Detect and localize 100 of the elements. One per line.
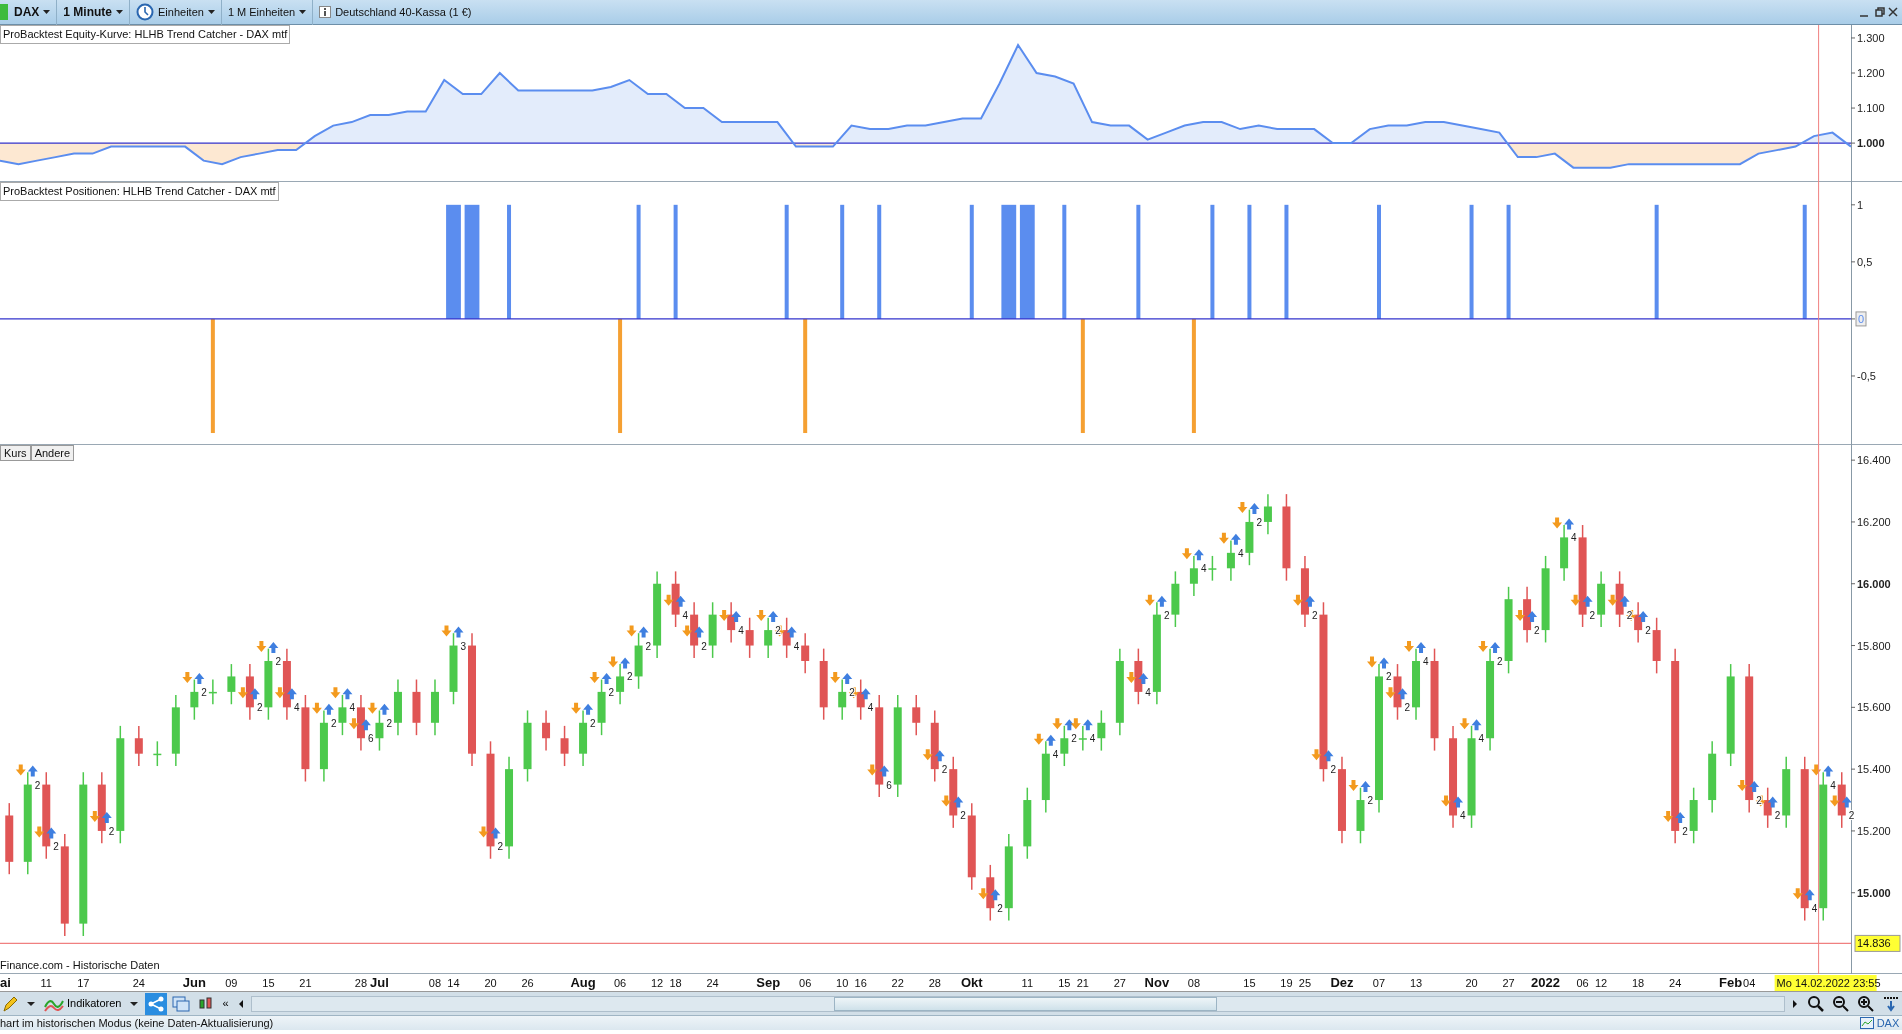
trade-count: 2 xyxy=(108,825,115,837)
axis-label: 15.200 xyxy=(1857,824,1891,837)
date-label: 13 xyxy=(1409,977,1423,989)
date-label: 12 xyxy=(651,977,664,989)
date-label: 21 xyxy=(1076,977,1089,989)
date-label: Sep xyxy=(756,975,781,990)
axis-label: 1.300 xyxy=(1857,31,1885,44)
trade-count: 2 xyxy=(849,686,855,698)
trade-count: 2 xyxy=(1682,825,1688,837)
trade-count: 2 xyxy=(997,903,1003,915)
trade-count: 2 xyxy=(330,717,337,729)
date-label: ai xyxy=(0,975,11,990)
axis-label: 15.000 xyxy=(1857,886,1891,899)
trade-count: 2 xyxy=(775,625,781,637)
trade-count: 2 xyxy=(34,779,41,791)
trade-count: 2 xyxy=(1404,702,1411,714)
trade-count: 2 xyxy=(1311,609,1318,621)
trade-count: 2 xyxy=(1774,810,1781,822)
date-label: 24 xyxy=(706,977,719,989)
trade-count: 2 xyxy=(1163,609,1170,621)
trade-count: 4 xyxy=(349,702,355,714)
axis-label: 15.800 xyxy=(1857,639,1891,652)
trade-count: 2 xyxy=(960,810,966,822)
date-label: 11 xyxy=(40,977,52,989)
trade-count: 2 xyxy=(701,640,707,652)
date-label: 18 xyxy=(1632,977,1645,989)
trade-count: 4 xyxy=(1478,733,1485,745)
date-label: 07 xyxy=(1372,977,1386,989)
date-label: 08 xyxy=(428,977,442,989)
axis-label: 1.000 xyxy=(1857,137,1885,150)
trade-count: 4 xyxy=(1811,903,1818,915)
trade-count: 4 xyxy=(1200,563,1207,575)
axis-label: 16.000 xyxy=(1857,577,1891,590)
chart-title: ProBacktest Equity-Kurve: HLHB Trend Catcher - DAX mtf xyxy=(0,25,291,44)
date-label: 04 xyxy=(1743,977,1756,989)
date-label: Dez xyxy=(1330,975,1354,990)
date-label: 2022 xyxy=(1531,975,1561,990)
trade-count: 4 xyxy=(1052,748,1059,760)
trade-count: 2 xyxy=(1386,671,1392,683)
date-label: Aug xyxy=(570,975,596,990)
date-label: 19 xyxy=(1280,977,1293,989)
axis-label: 15.400 xyxy=(1857,763,1891,776)
trade-count: 2 xyxy=(497,841,504,853)
date-label: 24 xyxy=(132,977,145,989)
date-label: 08 xyxy=(1187,977,1200,989)
axis-label: -0,5 xyxy=(1857,369,1876,382)
toolbar-label: 1 Minute xyxy=(63,4,112,21)
toolbar-label: DAX xyxy=(14,4,40,21)
trade-count: 2 xyxy=(386,717,392,729)
trade-count: 2 xyxy=(1330,764,1337,776)
date-label: 12 xyxy=(1595,977,1608,989)
trade-count: 4 xyxy=(293,702,300,714)
trade-count: 4 xyxy=(1089,733,1096,745)
trade-count: 6 xyxy=(886,779,892,791)
trade-count: 4 xyxy=(867,702,874,714)
date-label: Jun xyxy=(182,975,206,990)
last-price-label: 14.836 xyxy=(1857,937,1891,950)
trade-count: 2 xyxy=(1589,609,1596,621)
axis-label: 16.400 xyxy=(1857,454,1891,467)
trade-count: 4 xyxy=(1830,779,1836,791)
date-label: 06 xyxy=(799,977,812,989)
trade-count: 2 xyxy=(1645,625,1651,637)
toolbar-label: Einheiten xyxy=(158,4,204,20)
trade-count: 2 xyxy=(608,686,615,698)
toolbar-label: 1 M Einheiten xyxy=(227,4,296,20)
trade-count: 4 xyxy=(1571,532,1577,544)
trade-count: 4 xyxy=(1237,547,1244,559)
date-label: 20 xyxy=(1465,977,1478,989)
date-label: 27 xyxy=(1113,977,1126,989)
axis-label: 0,5 xyxy=(1857,255,1873,268)
date-label: 16 xyxy=(854,977,867,989)
date-label: 14 xyxy=(447,977,460,989)
trade-count: 2 xyxy=(645,640,652,652)
date-label: 21 xyxy=(299,977,312,989)
trade-count: 4 xyxy=(1460,810,1466,822)
trade-count: 6 xyxy=(367,733,374,745)
date-label: Feb xyxy=(1719,975,1743,990)
date-label: 11 xyxy=(1021,977,1033,989)
date-label: 28 xyxy=(354,977,368,989)
axis-label: 1.200 xyxy=(1857,67,1885,79)
date-label: 25 xyxy=(1298,977,1312,989)
axis-label: 0 xyxy=(1858,312,1865,325)
date-label: 27 xyxy=(1502,977,1515,989)
trade-count: 4 xyxy=(1423,656,1429,667)
trade-count: 2 xyxy=(627,671,633,683)
date-label: 18 xyxy=(669,977,682,989)
trade-count: 2 xyxy=(1534,625,1540,637)
trade-count: 2 xyxy=(1256,516,1262,528)
date-label: 22 xyxy=(891,977,904,989)
status-message: hart im historischen Modus (keine Daten-Aktualisierung) xyxy=(0,1015,274,1031)
chart-title: ProBacktest Positionen: HLHB Trend Catcher - DAX mtf xyxy=(0,182,279,201)
date-label: 20 xyxy=(484,977,497,989)
trade-count: 2 xyxy=(1367,795,1374,807)
trade-count: 4 xyxy=(793,640,800,652)
toolbar-label: Deutschland 40-Kassa (1 €) xyxy=(335,4,472,20)
axis-label: 1 xyxy=(1857,198,1864,211)
trade-count: 2 xyxy=(1848,810,1855,822)
date-label: 15 xyxy=(1243,977,1256,989)
date-label: 24 xyxy=(1669,977,1682,989)
date-label: Jul xyxy=(370,975,389,990)
